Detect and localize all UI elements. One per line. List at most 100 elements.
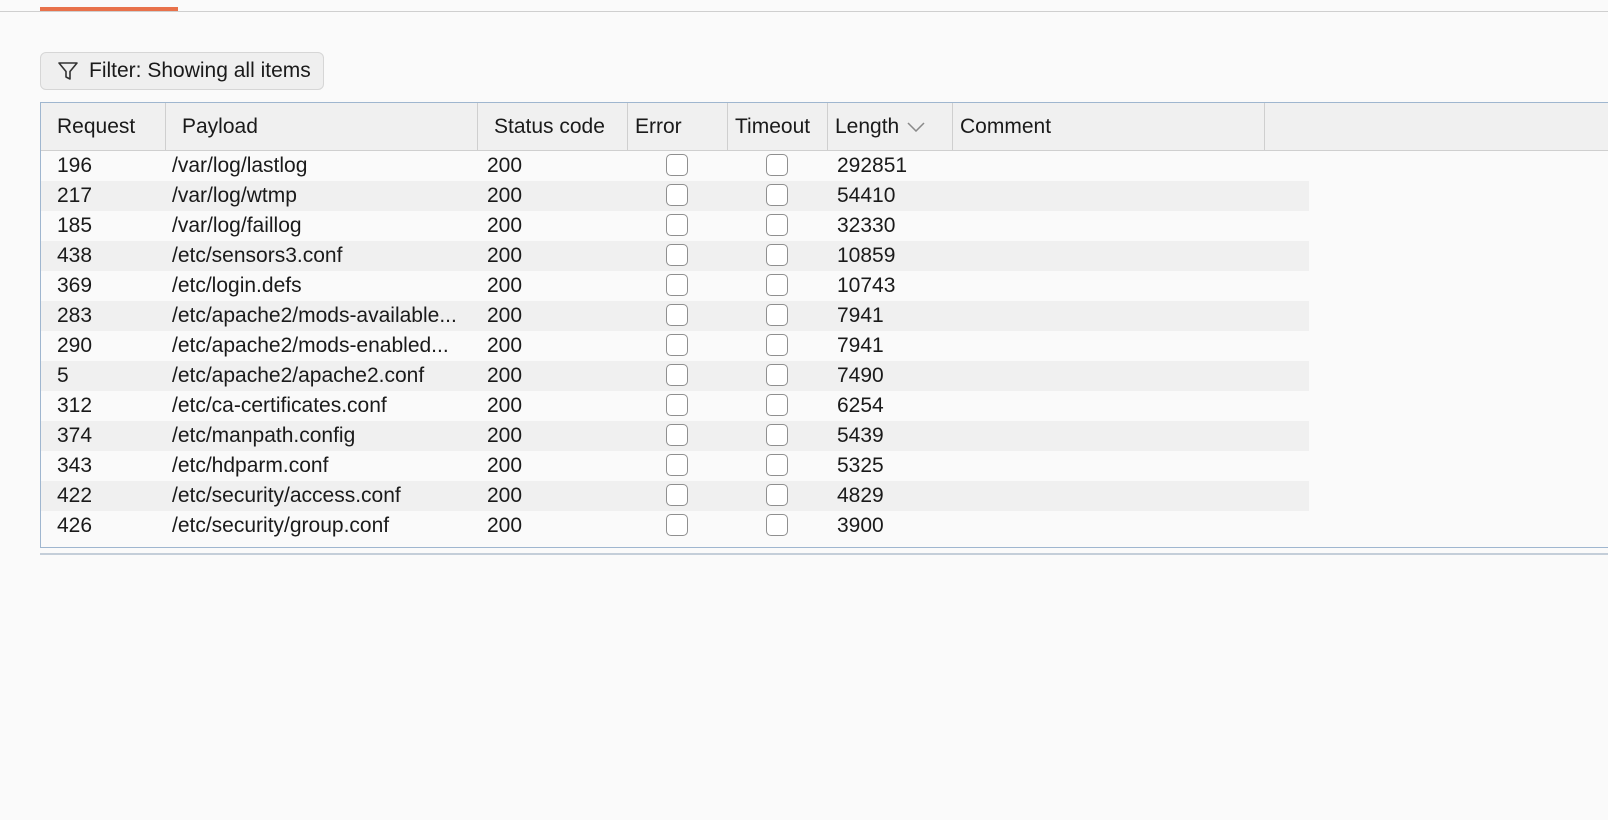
column-header-length-label: Length bbox=[835, 115, 900, 138]
cell-payload: /var/log/wtmp bbox=[172, 184, 297, 207]
table-row[interactable]: 422/etc/security/access.conf 200 4829 bbox=[41, 481, 1309, 511]
timeout-checkbox[interactable] bbox=[766, 214, 788, 236]
table-row[interactable]: 343/etc/hdparm.conf 200 5325 bbox=[41, 451, 1309, 481]
cell-payload: /var/log/lastlog bbox=[172, 154, 308, 177]
cell-payload: /etc/security/access.conf bbox=[172, 484, 401, 507]
cell-length: 4829 bbox=[837, 484, 884, 507]
table-row[interactable]: 283/etc/apache2/mods-available... 200 7941 bbox=[41, 301, 1309, 331]
cell-payload: /etc/sensors3.conf bbox=[172, 244, 343, 267]
table-row[interactable]: 185/var/log/faillog 200 32330 bbox=[41, 211, 1309, 241]
filter-funnel-icon bbox=[57, 60, 79, 82]
table-header: Request Payload Status code Error Timeou… bbox=[41, 103, 1608, 151]
cell-length: 10743 bbox=[837, 274, 896, 297]
error-checkbox[interactable] bbox=[666, 304, 688, 326]
table-row[interactable]: 426/etc/security/group.conf 200 3900 bbox=[41, 511, 1309, 541]
timeout-checkbox[interactable] bbox=[766, 364, 788, 386]
cell-length: 32330 bbox=[837, 214, 896, 237]
cell-payload: /etc/apache2/mods-available... bbox=[172, 304, 457, 327]
cell-payload: /etc/login.defs bbox=[172, 274, 302, 297]
cell-payload: /var/log/faillog bbox=[172, 214, 302, 237]
cell-request: 422 bbox=[57, 484, 93, 507]
cell-length: 6254 bbox=[837, 394, 884, 417]
timeout-checkbox[interactable] bbox=[766, 154, 788, 176]
table-row[interactable]: 312/etc/ca-certificates.conf 200 6254 bbox=[41, 391, 1309, 421]
error-checkbox[interactable] bbox=[666, 334, 688, 356]
active-tab-indicator[interactable] bbox=[40, 7, 178, 11]
cell-request: 283 bbox=[57, 304, 93, 327]
timeout-checkbox[interactable] bbox=[766, 334, 788, 356]
timeout-checkbox[interactable] bbox=[766, 394, 788, 416]
error-checkbox[interactable] bbox=[666, 454, 688, 476]
cell-length: 3900 bbox=[837, 514, 884, 537]
timeout-checkbox[interactable] bbox=[766, 184, 788, 206]
cell-request: 290 bbox=[57, 334, 93, 357]
cell-request: 312 bbox=[57, 394, 93, 417]
table-row[interactable]: 290/etc/apache2/mods-enabled... 200 7941 bbox=[41, 331, 1309, 361]
column-header-timeout[interactable]: Timeout bbox=[728, 103, 828, 150]
cell-request: 343 bbox=[57, 454, 93, 477]
timeout-checkbox[interactable] bbox=[766, 514, 788, 536]
cell-status-code: 200 bbox=[487, 514, 523, 537]
cell-request: 374 bbox=[57, 424, 93, 447]
error-checkbox[interactable] bbox=[666, 364, 688, 386]
column-header-status-code[interactable]: Status code bbox=[478, 103, 628, 150]
cell-status-code: 200 bbox=[487, 244, 523, 267]
cell-status-code: 200 bbox=[487, 184, 523, 207]
cell-status-code: 200 bbox=[487, 454, 523, 477]
cell-request: 217 bbox=[57, 184, 93, 207]
error-checkbox[interactable] bbox=[666, 244, 688, 266]
table-row[interactable]: 369/etc/login.defs 200 10743 bbox=[41, 271, 1309, 301]
cell-payload: /etc/apache2/apache2.conf bbox=[172, 364, 425, 387]
cell-request: 438 bbox=[57, 244, 93, 267]
cell-length: 10859 bbox=[837, 244, 896, 267]
filter-button[interactable]: Filter: Showing all items bbox=[40, 52, 324, 90]
cell-request: 426 bbox=[57, 514, 93, 537]
results-table[interactable]: Request Payload Status code Error Timeou… bbox=[40, 102, 1608, 548]
error-checkbox[interactable] bbox=[666, 514, 688, 536]
error-checkbox[interactable] bbox=[666, 214, 688, 236]
sort-descending-chevron-icon bbox=[907, 103, 925, 149]
error-checkbox[interactable] bbox=[666, 274, 688, 296]
cell-payload: /etc/manpath.config bbox=[172, 424, 356, 447]
table-body: 196/var/log/lastlog 200 292851 217/var/log/… bbox=[41, 151, 1309, 541]
cell-request: 369 bbox=[57, 274, 93, 297]
table-row[interactable]: 5/etc/apache2/apache2.conf 200 7490 bbox=[41, 361, 1309, 391]
column-header-status-code-label: Status code bbox=[494, 115, 605, 138]
table-row[interactable]: 217/var/log/wtmp 200 54410 bbox=[41, 181, 1309, 211]
cell-request: 185 bbox=[57, 214, 93, 237]
error-checkbox[interactable] bbox=[666, 154, 688, 176]
cell-status-code: 200 bbox=[487, 424, 523, 447]
cell-payload: /etc/ca-certificates.conf bbox=[172, 394, 387, 417]
table-bottom-divider bbox=[40, 553, 1608, 555]
column-header-request[interactable]: Request bbox=[41, 103, 166, 150]
cell-request: 196 bbox=[57, 154, 93, 177]
timeout-checkbox[interactable] bbox=[766, 244, 788, 266]
column-header-comment[interactable]: Comment bbox=[953, 103, 1265, 150]
timeout-checkbox[interactable] bbox=[766, 304, 788, 326]
error-checkbox[interactable] bbox=[666, 484, 688, 506]
cell-payload: /etc/hdparm.conf bbox=[172, 454, 329, 477]
filter-label: Filter: Showing all items bbox=[89, 59, 311, 82]
cell-payload: /etc/security/group.conf bbox=[172, 514, 390, 537]
error-checkbox[interactable] bbox=[666, 184, 688, 206]
cell-status-code: 200 bbox=[487, 274, 523, 297]
timeout-checkbox[interactable] bbox=[766, 454, 788, 476]
table-row[interactable]: 438/etc/sensors3.conf 200 10859 bbox=[41, 241, 1309, 271]
error-checkbox[interactable] bbox=[666, 394, 688, 416]
table-row[interactable]: 196/var/log/lastlog 200 292851 bbox=[41, 151, 1309, 181]
column-header-payload[interactable]: Payload bbox=[166, 103, 478, 150]
column-header-length[interactable]: Length bbox=[828, 103, 953, 150]
cell-status-code: 200 bbox=[487, 334, 523, 357]
timeout-checkbox[interactable] bbox=[766, 274, 788, 296]
cell-status-code: 200 bbox=[487, 364, 523, 387]
cell-length: 7490 bbox=[837, 364, 884, 387]
cell-payload: /etc/apache2/mods-enabled... bbox=[172, 334, 449, 357]
table-row[interactable]: 374/etc/manpath.config 200 5439 bbox=[41, 421, 1309, 451]
cell-length: 5325 bbox=[837, 454, 884, 477]
cell-request: 5 bbox=[57, 364, 69, 387]
error-checkbox[interactable] bbox=[666, 424, 688, 446]
timeout-checkbox[interactable] bbox=[766, 424, 788, 446]
timeout-checkbox[interactable] bbox=[766, 484, 788, 506]
column-header-error[interactable]: Error bbox=[628, 103, 728, 150]
cell-length: 292851 bbox=[837, 154, 908, 177]
